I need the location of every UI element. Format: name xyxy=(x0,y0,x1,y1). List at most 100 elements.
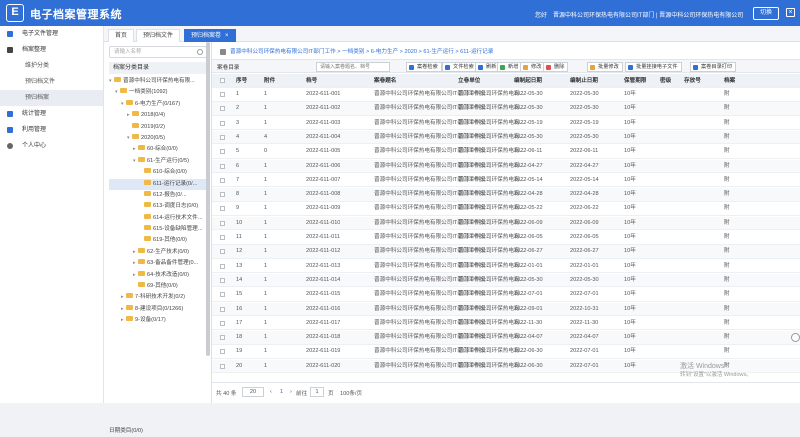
close-icon[interactable]: × xyxy=(786,8,795,17)
column-header[interactable]: 存放号 xyxy=(684,74,701,88)
table-row[interactable]: 3 1 2022-611-003 晋源中科公司环保热电有限公司IT部门工作报... 晋源… xyxy=(212,117,800,131)
row-checkbox[interactable] xyxy=(220,106,225,112)
tree-node[interactable]: ▸ 64-技术改造(0/0) xyxy=(109,270,209,281)
tree-node[interactable]: 615-设备缺陷管理... xyxy=(109,224,209,235)
nav-item[interactable]: 利用管理 xyxy=(0,122,103,138)
nav-item[interactable]: 预归档文件 xyxy=(0,74,103,90)
toolbar-button[interactable]: 案卷目录打印 xyxy=(690,62,737,72)
row-checkbox[interactable] xyxy=(220,163,225,169)
tree-node[interactable]: ▾ 一档类别(1092) xyxy=(109,87,209,98)
tree-node[interactable]: ▸ 63-备品备件管理(0... xyxy=(109,258,209,269)
tree-node[interactable]: 610-综合(0/0) xyxy=(109,167,209,178)
table-row[interactable]: 1 1 2022-611-001 晋源中科公司环保热电有限公司IT部门工作报... 晋源… xyxy=(212,88,800,102)
table-row[interactable]: 13 1 2022-611-013 晋源中科公司环保热电有限公司IT部门工作报... 晋… xyxy=(212,260,800,274)
tree-node[interactable]: 611-运行记录(0/... xyxy=(109,178,209,190)
column-header[interactable]: 案卷题名 xyxy=(374,74,396,88)
nav-item[interactable]: 档案整理 xyxy=(0,42,103,58)
tree-node[interactable]: 613-调度日志(0/0) xyxy=(109,201,209,212)
column-header[interactable]: 档案 xyxy=(724,74,735,88)
row-checkbox[interactable] xyxy=(220,120,225,126)
toolbar-button[interactable]: 案卷检索 xyxy=(406,62,442,72)
tree-node[interactable]: ▾ 61-生产运行(0/5) xyxy=(109,156,209,167)
table-row[interactable]: 7 1 2022-611-007 晋源中科公司环保热电有限公司IT部门工作报... 晋源… xyxy=(212,174,800,188)
table-row[interactable]: 9 1 2022-611-009 晋源中科公司环保热电有限公司IT部门工作报... 晋源… xyxy=(212,202,800,216)
tree-scrollbar[interactable] xyxy=(206,42,210,356)
table-row[interactable]: 2 1 2022-611-002 晋源中科公司环保热电有限公司IT部门工作报... 晋源… xyxy=(212,102,800,116)
tree-node[interactable]: ▾ 6-电力生产(0/167) xyxy=(109,99,209,110)
table-row[interactable]: 11 1 2022-611-011 晋源中科公司环保热电有限公司IT部门工作报... 晋… xyxy=(212,231,800,245)
row-checkbox[interactable] xyxy=(220,92,225,97)
row-checkbox[interactable] xyxy=(220,320,225,326)
table-row[interactable]: 19 1 2022-611-019 晋源中科公司环保热电有限公司IT部门工作报... 晋… xyxy=(212,345,800,359)
table-row[interactable]: 15 1 2022-611-015 晋源中科公司环保热电有限公司IT部门工作报... 晋… xyxy=(212,288,800,302)
column-header[interactable]: 编制止日期 xyxy=(570,74,598,88)
toolbar-button[interactable]: 批量修改 xyxy=(587,62,623,72)
tree-node[interactable]: 612-报告(0/... xyxy=(109,190,209,201)
row-checkbox[interactable] xyxy=(220,363,225,369)
tab-prefile[interactable]: 预归档文件 xyxy=(136,29,181,42)
row-checkbox[interactable] xyxy=(220,177,225,183)
column-header[interactable]: 序号 xyxy=(236,74,247,88)
toolbar-button[interactable]: 修改 xyxy=(520,62,546,72)
row-checkbox[interactable] xyxy=(220,263,225,269)
nav-item[interactable]: 预归档案 xyxy=(0,90,103,106)
row-checkbox[interactable] xyxy=(220,149,225,155)
goto-page-input[interactable]: 1 xyxy=(310,387,324,397)
volume-search-input[interactable] xyxy=(316,62,390,72)
table-row[interactable]: 8 1 2022-611-008 晋源中科公司环保热电有限公司IT部门工作报... 晋源… xyxy=(212,188,800,202)
row-checkbox[interactable] xyxy=(220,235,225,240)
row-checkbox[interactable] xyxy=(220,220,225,226)
prev-page-button[interactable]: ‹ xyxy=(270,389,272,395)
row-checkbox[interactable] xyxy=(220,349,225,355)
tree-node[interactable]: ▸ 2018(0/4) xyxy=(109,110,209,121)
tree-node[interactable]: ▸ 7-科研技术开发(0/2) xyxy=(109,292,209,303)
tree-search-input[interactable]: 请输入名称 xyxy=(109,46,207,58)
column-header[interactable]: 密级 xyxy=(660,74,671,88)
nav-item[interactable]: 电子文件管理 xyxy=(0,26,103,42)
per-page-select[interactable]: 100条/页 xyxy=(340,389,362,397)
tree-node[interactable]: 2019(0/2) xyxy=(109,122,209,133)
table-row[interactable]: 16 1 2022-611-016 晋源中科公司环保热电有限公司IT部门工作报... 晋… xyxy=(212,302,800,317)
tree-node[interactable]: ▸ 60-综合(0/0) xyxy=(109,144,209,155)
nav-item[interactable]: 统计管理 xyxy=(0,106,103,122)
row-checkbox[interactable] xyxy=(220,192,225,198)
column-header[interactable]: 保管期限 xyxy=(624,74,646,88)
nav-item[interactable]: 个人中心 xyxy=(0,138,103,154)
tree-node[interactable]: 619-其他(0/0) xyxy=(109,235,209,246)
page-size-select[interactable]: 20 xyxy=(242,387,264,397)
row-checkbox[interactable] xyxy=(220,249,225,255)
tab-prefile-volume[interactable]: 预归档案卷 × xyxy=(184,29,236,42)
switch-button[interactable]: 切换 xyxy=(753,7,779,20)
row-checkbox[interactable] xyxy=(220,306,225,312)
table-row[interactable]: 5 0 2022-611-005 晋源中科公司环保热电有限公司IT部门工作报... 晋源… xyxy=(212,145,800,159)
table-row[interactable]: 6 1 2022-611-006 晋源中科公司环保热电有限公司IT部门工作报... 晋源… xyxy=(212,159,800,174)
next-page-button[interactable]: › xyxy=(290,389,292,395)
toolbar-button[interactable]: 删除 xyxy=(543,62,569,72)
tree-node[interactable]: 614-运行技术文件... xyxy=(109,213,209,224)
tree-node[interactable]: ▾ 2020(0/5) xyxy=(109,133,209,144)
tree-node[interactable]: ▾ 晋源中科公司环保热电有限... xyxy=(109,76,209,87)
table-row[interactable]: 18 1 2022-611-018 晋源中科公司环保热电有限公司IT部门工作报... 晋… xyxy=(212,331,800,345)
tab-close-icon[interactable]: × xyxy=(225,33,229,39)
column-header[interactable]: 档号 xyxy=(306,74,317,88)
toolbar-button[interactable]: 文件检索 xyxy=(442,62,478,72)
toolbar-button[interactable]: 新增 xyxy=(497,62,523,72)
nav-item[interactable]: 维护分类 xyxy=(0,58,103,74)
table-row[interactable]: 14 1 2022-611-014 晋源中科公司环保热电有限公司IT部门工作报... 晋… xyxy=(212,273,800,288)
page-number[interactable]: 1 xyxy=(280,389,283,395)
scroll-button[interactable] xyxy=(791,333,800,342)
column-header[interactable]: 立卷单位 xyxy=(458,74,480,88)
row-checkbox[interactable] xyxy=(220,292,225,298)
tree-node[interactable]: ▸ 62-生产技术(0/0) xyxy=(109,247,209,258)
tree-node[interactable]: 日期类目(0/0) xyxy=(109,426,209,437)
toolbar-button[interactable]: 批量挂接电子文件 xyxy=(625,62,682,72)
row-checkbox[interactable] xyxy=(220,335,225,341)
tree-node[interactable]: ▸ 9-设备(0/17) xyxy=(109,315,209,326)
table-row[interactable]: 4 4 2022-611-004 晋源中科公司环保热电有限公司IT部门工作报... 晋源… xyxy=(212,130,800,145)
table-row[interactable]: 17 1 2022-611-017 晋源中科公司环保热电有限公司IT部门工作报... 晋… xyxy=(212,317,800,331)
search-icon[interactable] xyxy=(197,49,203,55)
table-row[interactable]: 12 1 2022-611-012 晋源中科公司环保热电有限公司IT部门工作报... 晋… xyxy=(212,245,800,259)
select-all-checkbox[interactable] xyxy=(220,78,225,83)
column-header[interactable]: 附件 xyxy=(264,74,275,88)
table-row[interactable]: 10 1 2022-611-010 晋源中科公司环保热电有限公司IT部门工作报... 晋… xyxy=(212,216,800,231)
